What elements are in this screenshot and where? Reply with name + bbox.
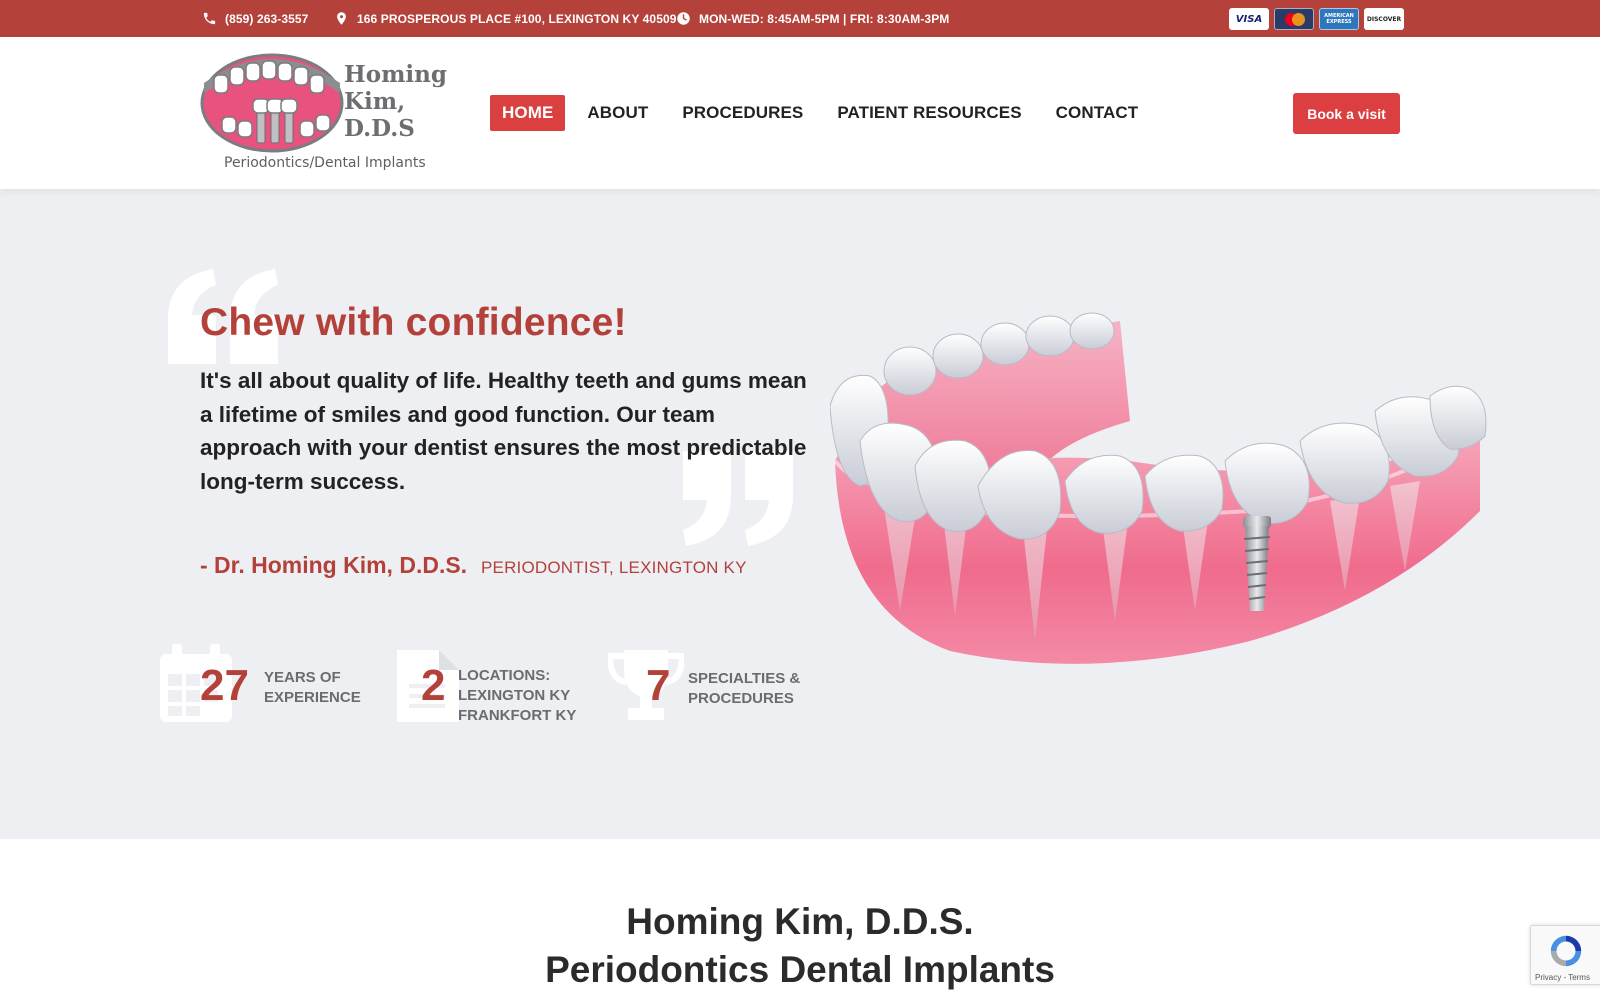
discover-label: DISCOVER (1366, 15, 1402, 23)
stat-specialties-label: SPECIALTIES & PROCEDURES (688, 669, 800, 709)
site-header: Homing Kim, D.D.S Periodontics/Dental Im… (0, 37, 1600, 189)
hero-role: PERIODONTIST, LEXINGTON KY (481, 558, 747, 577)
logo-subtitle: Periodontics/Dental Implants (224, 155, 426, 171)
nav-contact[interactable]: CONTACT (1044, 95, 1151, 131)
recaptcha-badge[interactable]: Privacy - Terms (1530, 925, 1600, 985)
stat-years-value: 27 (200, 661, 249, 710)
mastercard-icon (1274, 8, 1314, 30)
teeth-logo-icon (200, 53, 344, 153)
book-visit-button[interactable]: Book a visit (1293, 93, 1400, 134)
nav-patient-resources[interactable]: PATIENT RESOURCES (825, 95, 1033, 131)
logo-wordmark: Homing Kim, D.D.S (344, 61, 447, 142)
section-title-line-1: Homing Kim, D.D.S. (626, 901, 974, 942)
recaptcha-links[interactable]: Privacy - Terms (1535, 973, 1590, 982)
visa-label: VISA (1235, 13, 1263, 25)
top-info-bar: (859) 263-3557 166 PROSPEROUS PLACE #100… (0, 0, 1600, 37)
recaptcha-icon (1550, 935, 1582, 967)
payment-cards: VISA AMERICAN EXPRESS DISCOVER (1229, 8, 1404, 30)
phone-icon (203, 12, 216, 25)
clock-icon (677, 12, 690, 25)
hero-title: Chew with confidence! (200, 301, 627, 344)
hero-text: It's all about quality of life. Healthy … (200, 368, 807, 494)
hours-text: MON-WED: 8:45AM-5PM | FRI: 8:30AM-3PM (699, 11, 950, 26)
main-nav: HOME ABOUT PROCEDURES PATIENT RESOURCES … (490, 95, 1160, 131)
amex-card-icon: AMERICAN EXPRESS (1319, 8, 1359, 30)
stat-locations-line-3: FRANKFORT KY (458, 707, 577, 724)
nav-home[interactable]: HOME (490, 95, 566, 131)
nav-about[interactable]: ABOUT (575, 95, 660, 131)
visa-card-icon: VISA (1229, 8, 1269, 30)
dental-implant-illustration (830, 312, 1487, 664)
section-title: Homing Kim, D.D.S. Periodontics Dental I… (0, 898, 1600, 994)
stat-specialties-line-2: PROCEDURES (688, 690, 794, 707)
site-logo[interactable]: Homing Kim, D.D.S Periodontics/Dental Im… (200, 53, 447, 178)
discover-card-icon: DISCOVER (1364, 8, 1404, 30)
stat-locations-value: 2 (421, 661, 446, 710)
office-hours: MON-WED: 8:45AM-5PM | FRI: 8:30AM-3PM (676, 0, 949, 37)
logo-line-3: D.D.S (344, 115, 415, 142)
stat-specialties-line-1: SPECIALTIES & (688, 670, 801, 687)
stat-locations: 2 LOCATIONS: LEXINGTON KY FRANKFORT KY (397, 644, 597, 724)
stat-years-line-2: EXPERIENCE (264, 689, 361, 706)
logo-line-2: Kim, (344, 88, 406, 115)
address-link[interactable]: 166 PROSPEROUS PLACE #100, LEXINGTON KY … (334, 0, 677, 37)
stat-specialties: 7 SPECIALTIES & PROCEDURES (608, 644, 828, 724)
hero-section: Chew with confidence! It's all about qua… (0, 189, 1600, 839)
section-title-line-2: Periodontics Dental Implants (545, 949, 1055, 990)
stat-locations-label: LOCATIONS: LEXINGTON KY FRANKFORT KY (458, 666, 576, 726)
phone-number: (859) 263-3557 (225, 11, 309, 26)
stat-specialties-value: 7 (646, 661, 671, 710)
stat-years-line-1: YEARS OF (264, 669, 341, 686)
stat-years: 27 YEARS OF EXPERIENCE (160, 644, 380, 724)
nav-procedures[interactable]: PROCEDURES (670, 95, 815, 131)
hero-author: - Dr. Homing Kim, D.D.S. (200, 552, 468, 578)
stat-years-label: YEARS OF EXPERIENCE (264, 668, 361, 708)
phone-link[interactable]: (859) 263-3557 (202, 0, 308, 37)
address-text: 166 PROSPEROUS PLACE #100, LEXINGTON KY … (357, 11, 677, 26)
stat-locations-line-2: LEXINGTON KY (458, 687, 571, 704)
map-pin-icon (337, 12, 346, 25)
logo-line-1: Homing (344, 61, 447, 88)
amex-label: AMERICAN EXPRESS (1324, 13, 1354, 25)
stat-locations-line-1: LOCATIONS: (458, 667, 551, 684)
